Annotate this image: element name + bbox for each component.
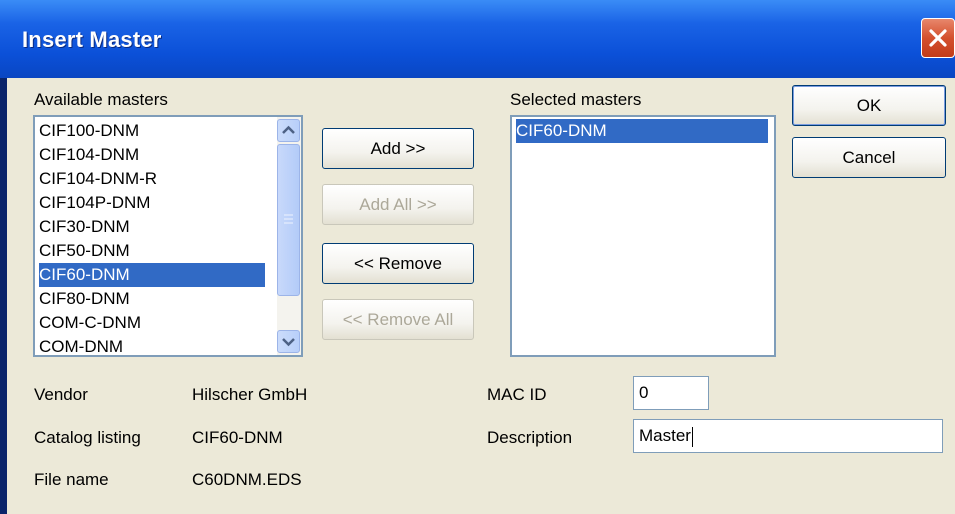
title-bar[interactable]: Insert Master [0, 0, 955, 78]
list-item[interactable]: CIF60-DNM [516, 119, 768, 143]
list-item[interactable]: CIF30-DNM [39, 215, 265, 239]
scroll-thumb[interactable] [277, 144, 300, 296]
remove-all-button-label: << Remove All [342, 309, 454, 329]
list-item[interactable]: CIF100-DNM [39, 119, 265, 143]
selected-masters-label: Selected masters [510, 90, 642, 109]
file-name-label: File name [34, 470, 109, 489]
catalog-listing-value: CIF60-DNM [192, 428, 283, 447]
add-all-button-label: Add All >> [359, 194, 437, 214]
close-button[interactable] [921, 18, 955, 58]
list-item[interactable]: COM-C-DNM [39, 311, 265, 335]
available-masters-list[interactable]: CIF100-DNM CIF104-DNM CIF104-DNM-R CIF104P-… [33, 115, 303, 357]
cancel-button[interactable]: Cancel [792, 137, 946, 178]
scroll-down-icon [282, 338, 295, 347]
remove-all-button[interactable]: << Remove All [322, 299, 474, 340]
file-name-value: C60DNM.EDS [192, 470, 302, 489]
dialog-body: Available masters CIF100-DNM CIF104-DNM CI… [7, 78, 955, 514]
close-icon [929, 29, 947, 47]
vendor-label: Vendor [34, 385, 88, 404]
description-label: Description [487, 428, 573, 447]
selected-masters-list[interactable]: CIF60-DNM [510, 115, 776, 357]
add-button-label: Add >> [370, 138, 426, 158]
ok-button-label: OK [856, 95, 882, 115]
scroll-up-icon [282, 125, 295, 134]
scroll-up-button[interactable] [277, 119, 300, 142]
remove-button[interactable]: << Remove [322, 243, 474, 284]
scroll-down-button[interactable] [277, 330, 300, 353]
add-all-button[interactable]: Add All >> [322, 184, 474, 225]
list-item[interactable]: CIF80-DNM [39, 287, 265, 311]
ok-button[interactable]: OK [792, 85, 946, 126]
mac-id-field[interactable]: 0 [633, 376, 709, 410]
dialog-title: Insert Master [22, 27, 162, 52]
list-item[interactable]: CIF104P-DNM [39, 191, 265, 215]
mac-id-label: MAC ID [487, 385, 547, 404]
catalog-listing-label: Catalog listing [34, 428, 141, 447]
description-field[interactable]: Master [633, 419, 943, 453]
list-item[interactable]: CIF60-DNM [39, 263, 265, 287]
list-item[interactable]: COM-DNM [39, 335, 265, 355]
list-item[interactable]: CIF104-DNM-R [39, 167, 265, 191]
add-button[interactable]: Add >> [322, 128, 474, 169]
available-scrollbar[interactable] [277, 117, 301, 355]
vendor-value: Hilscher GmbH [192, 385, 308, 404]
list-item[interactable]: CIF50-DNM [39, 239, 265, 263]
text-caret [691, 426, 693, 447]
list-item[interactable]: CIF104-DNM [39, 143, 265, 167]
description-value: Master [639, 426, 691, 445]
mac-id-value: 0 [639, 383, 649, 402]
insert-master-dialog: Insert Master Available masters CIF100-D… [0, 0, 955, 514]
cancel-button-label: Cancel [842, 147, 896, 167]
thumb-grip-icon [284, 214, 293, 224]
remove-button-label: << Remove [354, 253, 442, 273]
available-masters-label: Available masters [34, 90, 168, 109]
